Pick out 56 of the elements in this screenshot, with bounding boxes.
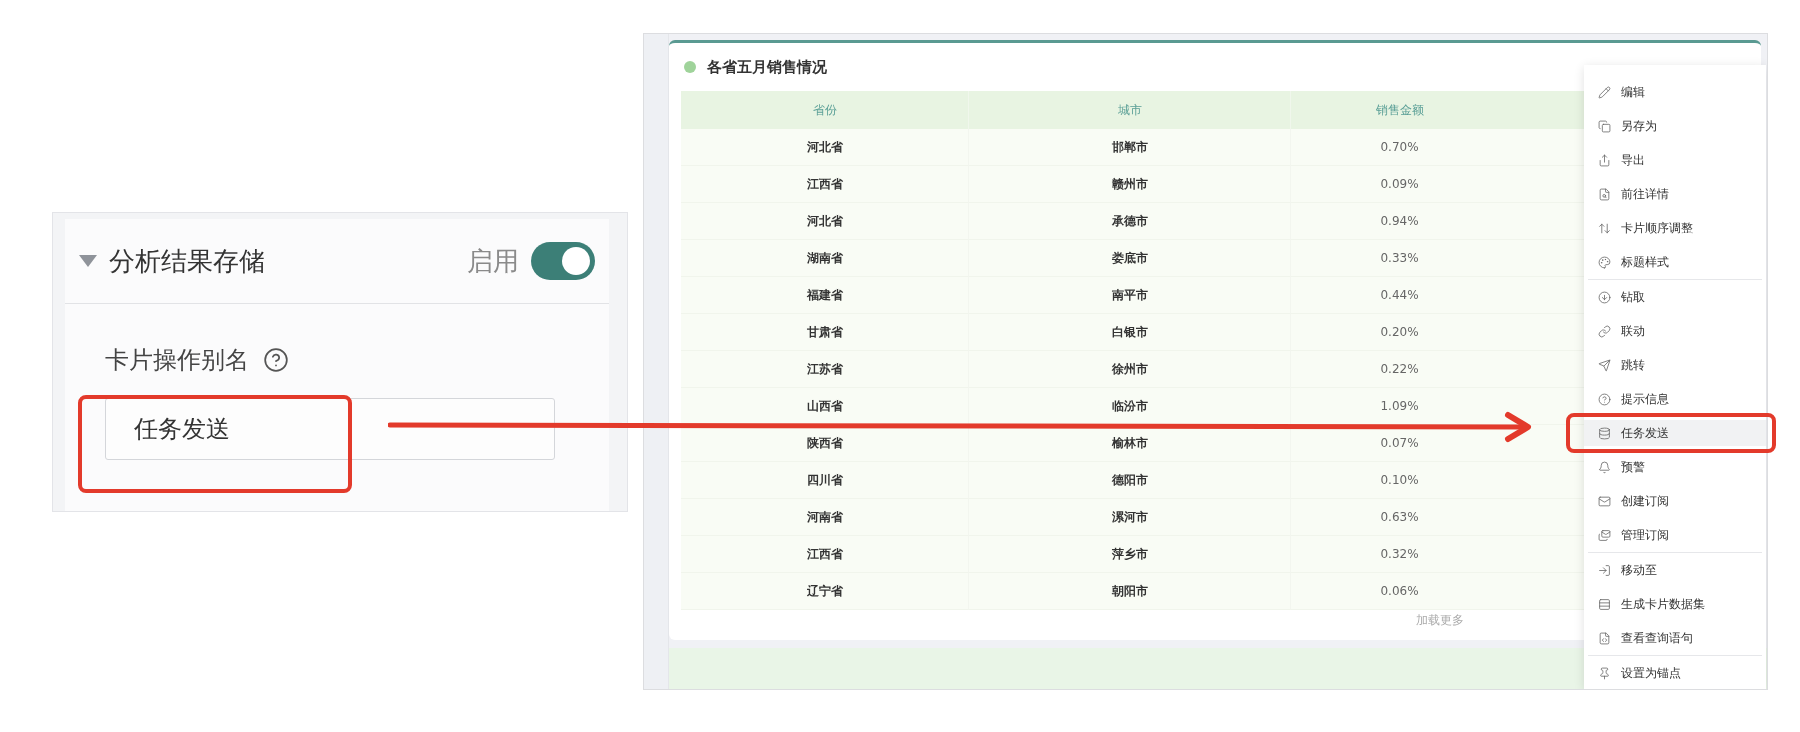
bell-icon	[1598, 460, 1611, 474]
pin-icon	[1598, 666, 1611, 680]
table-cell: 江西省	[681, 536, 969, 573]
table-cell: 徐州市	[969, 351, 1291, 388]
table-cell: 赣州市	[969, 166, 1291, 203]
database-icon	[1598, 426, 1611, 440]
field-label: 卡片操作别名	[105, 345, 249, 376]
section-title: 分析结果存储	[109, 244, 266, 278]
table-cell: 娄底市	[969, 240, 1291, 277]
file-search-icon	[1598, 187, 1611, 201]
help-icon	[1598, 392, 1611, 406]
download-circle-icon	[1598, 290, 1611, 304]
palette-icon	[1598, 255, 1611, 269]
sort-icon	[1598, 221, 1611, 235]
toggle-switch[interactable]	[531, 242, 595, 280]
table-cell: 临汾市	[969, 388, 1291, 425]
table-cell: 白银市	[969, 314, 1291, 351]
share-icon	[1598, 153, 1611, 167]
help-icon[interactable]	[263, 347, 289, 373]
pencil-icon	[1598, 85, 1611, 99]
file-code-icon	[1598, 631, 1611, 645]
menu-item[interactable]: 任务发送	[1584, 420, 1766, 446]
caret-icon[interactable]	[79, 255, 97, 267]
table-cell: 四川省	[681, 462, 969, 499]
table-cell: 德阳市	[969, 462, 1291, 499]
table-cell: 河北省	[681, 203, 969, 240]
table-cell: 南平市	[969, 277, 1291, 314]
column-header: 城市	[969, 91, 1291, 129]
table-cell: 邯郸市	[969, 129, 1291, 166]
mails-icon	[1598, 528, 1611, 542]
table-cell: 辽宁省	[681, 573, 969, 610]
link-icon	[1598, 324, 1611, 338]
table-cell: 湖南省	[681, 240, 969, 277]
mail-icon	[1598, 494, 1611, 508]
table-cell: 福建省	[681, 277, 969, 314]
column-header: 省份	[681, 91, 969, 129]
send-icon	[1598, 358, 1611, 372]
table-cell: 漯河市	[969, 499, 1291, 536]
table-cell: 山西省	[681, 388, 969, 425]
table-cell: 萍乡市	[969, 536, 1291, 573]
rows-icon	[1598, 597, 1611, 611]
table-cell: 河北省	[681, 129, 969, 166]
table-cell: 江西省	[681, 166, 969, 203]
toggle-label: 启用	[467, 244, 519, 278]
table-cell: 承德市	[969, 203, 1291, 240]
login-icon	[1598, 563, 1611, 577]
menu-item[interactable]: 查看查询语句	[1584, 625, 1766, 651]
table-cell: 朝阳市	[969, 573, 1291, 610]
table-cell: 河南省	[681, 499, 969, 536]
dot-icon	[683, 60, 697, 74]
copy-icon	[1598, 119, 1611, 133]
menu-item[interactable]: 设置为锚点	[1584, 660, 1766, 686]
table-cell: 江苏省	[681, 351, 969, 388]
card-title: 各省五月销售情况	[707, 57, 827, 77]
input-field[interactable]: 任务发送	[105, 398, 555, 460]
table-cell: 甘肃省	[681, 314, 969, 351]
